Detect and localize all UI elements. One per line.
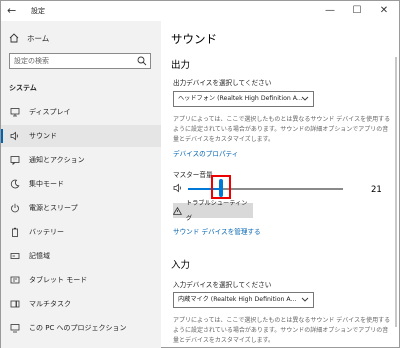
tablet-icon bbox=[10, 276, 20, 284]
content-pane: サウンド 出力 出力デバイスを選択してください ヘッドフォン (Realtek … bbox=[161, 21, 399, 348]
sidebar-item-focus[interactable]: 集中モード bbox=[1, 173, 161, 195]
moon-icon bbox=[10, 179, 20, 189]
home-icon bbox=[9, 33, 19, 43]
output-heading: 出力 bbox=[171, 60, 191, 71]
projection-icon bbox=[10, 324, 20, 333]
sidebar-item-tablet[interactable]: タブレット モード bbox=[1, 269, 161, 291]
sidebar-item-label: 電源とスリープ bbox=[29, 204, 78, 212]
input-device-label: 入力デバイスを選択してください bbox=[173, 281, 272, 289]
chevron-down-icon bbox=[301, 96, 309, 101]
scrollbar[interactable] bbox=[395, 57, 397, 327]
device-properties-link[interactable]: デバイスのプロパティ bbox=[173, 148, 238, 158]
manage-devices-link[interactable]: サウンド デバイスを管理する bbox=[173, 226, 261, 236]
sidebar-item-power[interactable]: 電源とスリープ bbox=[1, 197, 161, 219]
sidebar-item-sound[interactable]: サウンド bbox=[1, 125, 161, 147]
input-device-dropdown[interactable]: 内蔵マイク (Realtek High Definition A... bbox=[173, 292, 314, 308]
maximize-icon[interactable]: ☐ bbox=[346, 1, 368, 21]
page-title: サウンド bbox=[171, 32, 217, 46]
volume-speaker-icon[interactable] bbox=[173, 183, 183, 193]
sidebar-item-label: サウンド bbox=[29, 132, 57, 140]
back-arrow-icon[interactable]: ← bbox=[7, 4, 21, 18]
home-link[interactable]: ホーム bbox=[9, 31, 49, 45]
input-heading: 入力 bbox=[171, 260, 191, 271]
sidebar-item-label: マルチタスク bbox=[29, 300, 71, 308]
title-bar: ← 設定 — ☐ ✕ bbox=[1, 1, 399, 21]
input-note: アプリによっては、ここで選択したものとは異なるサウンド デバイスを使用するように… bbox=[173, 317, 391, 345]
window-title: 設定 bbox=[31, 7, 45, 15]
chevron-down-icon bbox=[301, 297, 309, 302]
monitor-icon bbox=[10, 108, 20, 117]
sidebar-item-label: バッテリー bbox=[29, 228, 64, 236]
notification-icon bbox=[10, 156, 20, 165]
output-device-value: ヘッドフォン (Realtek High Definition A... bbox=[178, 95, 303, 102]
troubleshoot-label: トラブルシューティング bbox=[185, 199, 248, 222]
warning-icon bbox=[173, 206, 182, 215]
sidebar-item-label: 通知とアクション bbox=[29, 156, 85, 164]
multitask-icon bbox=[10, 300, 20, 308]
storage-icon bbox=[10, 253, 20, 259]
search-input[interactable] bbox=[14, 55, 132, 67]
sidebar-section-title: システム bbox=[9, 84, 37, 92]
input-device-value: 内蔵マイク (Realtek High Definition A... bbox=[178, 296, 297, 303]
output-note: アプリによっては、ここで選択したものとは異なるサウンド デバイスを使用するように… bbox=[173, 116, 391, 144]
speaker-icon bbox=[10, 131, 18, 141]
sidebar-item-notifications[interactable]: 通知とアクション bbox=[1, 149, 161, 171]
battery-icon bbox=[12, 227, 18, 237]
volume-slider-track[interactable] bbox=[221, 188, 343, 190]
sidebar-item-battery[interactable]: バッテリー bbox=[1, 221, 161, 243]
output-device-dropdown[interactable]: ヘッドフォン (Realtek High Definition A... bbox=[173, 91, 314, 107]
sidebar-item-label: この PC へのプロジェクション bbox=[29, 324, 127, 332]
output-device-label: 出力デバイスを選択してください bbox=[173, 79, 272, 87]
sidebar-item-label: タブレット モード bbox=[29, 276, 88, 284]
settings-window: ← 設定 — ☐ ✕ ホーム システム ディスプレイ サウンド 通知とアクション bbox=[0, 0, 400, 348]
volume-value: 21 bbox=[371, 185, 382, 195]
sidebar: ホーム システム ディスプレイ サウンド 通知とアクション 集中モード 電源とス… bbox=[1, 21, 161, 348]
sidebar-item-storage[interactable]: 記憶域 bbox=[1, 245, 161, 267]
home-label: ホーム bbox=[27, 33, 50, 43]
minimize-icon[interactable]: — bbox=[319, 1, 341, 21]
power-icon bbox=[11, 203, 19, 213]
sidebar-item-display[interactable]: ディスプレイ bbox=[1, 101, 161, 123]
master-volume-label: マスター音量 bbox=[173, 171, 213, 179]
search-icon[interactable] bbox=[137, 56, 147, 66]
sidebar-item-label: ディスプレイ bbox=[29, 108, 71, 116]
sidebar-item-projection[interactable]: この PC へのプロジェクション bbox=[1, 317, 161, 339]
close-icon[interactable]: ✕ bbox=[373, 1, 395, 21]
sidebar-item-label: 記憶域 bbox=[29, 252, 50, 260]
troubleshoot-button[interactable]: トラブルシューティング bbox=[173, 200, 253, 222]
sidebar-item-label: 集中モード bbox=[29, 180, 64, 188]
sidebar-item-multitask[interactable]: マルチタスク bbox=[1, 293, 161, 315]
search-box[interactable] bbox=[9, 53, 151, 69]
